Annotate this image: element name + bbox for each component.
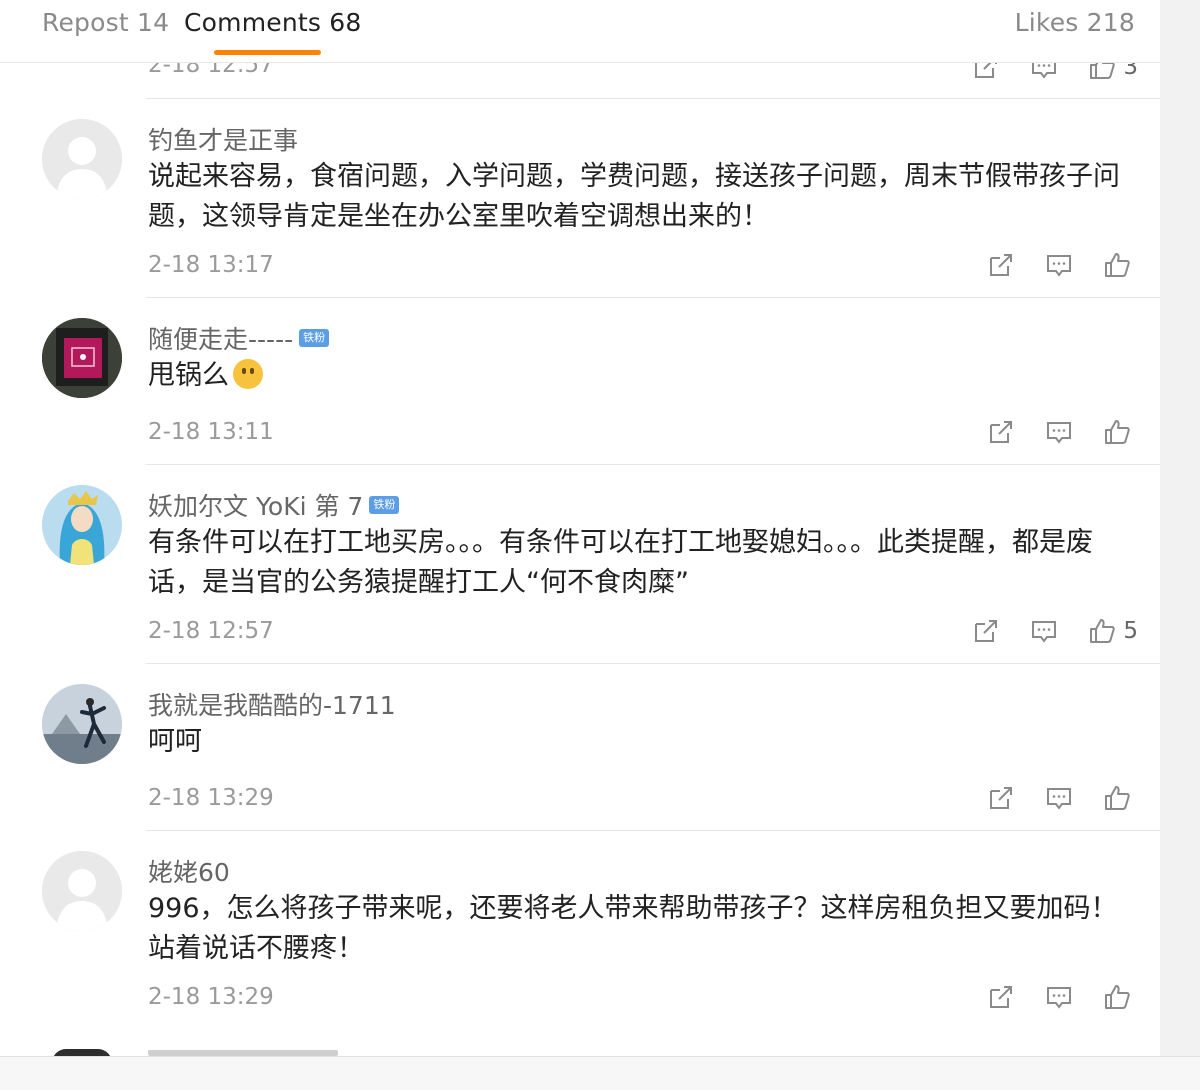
thumbs-up-icon — [1105, 420, 1130, 444]
comment-icon — [1047, 422, 1071, 444]
share-icon — [990, 787, 1012, 809]
comment-time: 2-18 13:29 — [148, 984, 274, 1010]
user-avatar-image — [42, 318, 122, 398]
comment-actions — [958, 248, 1138, 282]
share-button[interactable] — [986, 783, 1016, 813]
thumbs-up-icon — [1105, 786, 1130, 810]
avatar-default[interactable] — [42, 119, 122, 199]
comment-username[interactable]: 姥姥60 — [148, 853, 230, 889]
comment-actions — [958, 415, 1138, 449]
user-avatar-image — [42, 485, 122, 565]
avatar-user[interactable] — [42, 684, 122, 764]
thumbs-up-icon — [1105, 985, 1130, 1009]
share-button[interactable] — [986, 417, 1016, 447]
share-icon — [975, 620, 998, 642]
share-button[interactable] — [986, 982, 1016, 1012]
username-text[interactable]: 我就是我酷酷的-1711 — [148, 686, 396, 722]
share-icon — [990, 254, 1012, 276]
reply-button[interactable] — [1029, 616, 1059, 646]
comment-username[interactable]: 我就是我酷酷的-1711 — [148, 686, 396, 722]
like-button[interactable] — [1102, 982, 1138, 1012]
comment-text: 有条件可以在打工地买房。。。有条件可以在打工地娶媳妇。。。此类提醒，都是废话，是… — [148, 527, 1093, 598]
default-avatar-icon — [42, 851, 122, 931]
like-count: 5 — [1123, 618, 1138, 644]
username-text[interactable]: 钓鱼才是正事 — [148, 121, 298, 157]
user-avatar-image — [42, 684, 122, 764]
share-icon — [990, 986, 1012, 1008]
default-avatar-icon — [42, 119, 122, 199]
bottom-toolbar — [0, 1056, 1200, 1090]
thumbs-up-icon — [1105, 253, 1130, 277]
avatar-user[interactable] — [42, 318, 122, 398]
username-text[interactable]: 随便走走----- — [148, 320, 293, 356]
tab-likes[interactable]: Likes 218 — [1015, 8, 1135, 37]
divider — [146, 297, 1160, 298]
comment-time: 2-18 13:11 — [148, 419, 274, 445]
comment-actions: 5 — [943, 614, 1138, 648]
fan-badge: 铁粉 — [369, 496, 400, 514]
active-tab-indicator — [214, 50, 321, 55]
comment-time: 2-18 12:57 — [148, 618, 274, 644]
like-button[interactable] — [1102, 417, 1138, 447]
tab-comments[interactable]: Comments 68 — [184, 8, 361, 37]
comment-icon — [1047, 788, 1071, 810]
reply-button[interactable] — [1044, 982, 1074, 1012]
avatar-partial — [52, 1049, 112, 1056]
like-button[interactable] — [1102, 783, 1138, 813]
share-button[interactable] — [986, 250, 1016, 280]
divider — [146, 830, 1160, 831]
avatar-user[interactable] — [42, 485, 122, 565]
divider — [146, 98, 1160, 99]
comment-actions — [958, 781, 1138, 815]
comments-panel: 2-18 12:57 3 钓鱼才是正事 说起来容易，食宿问题，入学问题，学费问题… — [0, 0, 1160, 1056]
comment-text-content: 甩锅么 — [148, 360, 229, 391]
comment-time: 2-18 13:29 — [148, 785, 274, 811]
reply-button[interactable] — [1044, 417, 1074, 447]
comment-username[interactable]: 妖加尔文 YoKi 第 7 铁粉 — [148, 487, 400, 523]
fan-badge: 铁粉 — [299, 329, 330, 347]
like-button[interactable] — [1102, 250, 1138, 280]
comment-time: 2-18 13:17 — [148, 252, 274, 278]
comment-actions — [958, 980, 1138, 1014]
username-text[interactable]: 妖加尔文 YoKi 第 7 — [148, 487, 363, 523]
thinking-emoji-icon — [233, 359, 263, 389]
comment-username[interactable]: 钓鱼才是正事 — [148, 121, 298, 157]
like-button[interactable]: 5 — [1087, 616, 1138, 646]
divider — [146, 464, 1160, 465]
divider — [146, 663, 1160, 664]
comment-icon — [1047, 255, 1071, 277]
reply-button[interactable] — [1044, 783, 1074, 813]
tab-repost[interactable]: Repost 14 — [42, 8, 169, 37]
comment-text: 呵呵 — [148, 726, 202, 757]
avatar-default[interactable] — [42, 851, 122, 931]
comment-icon — [1032, 621, 1057, 643]
comment-text: 说起来容易，食宿问题，入学问题，学费问题，接送孩子问题，周末节假带孩子问题，这领… — [148, 161, 1120, 232]
comment-icon — [1047, 987, 1071, 1009]
thumbs-up-icon — [1090, 619, 1116, 643]
share-button[interactable] — [971, 616, 1001, 646]
comment-text: 甩锅么 — [148, 356, 1138, 396]
reply-button[interactable] — [1044, 250, 1074, 280]
username-text[interactable]: 姥姥60 — [148, 853, 230, 889]
comment-text: 996，怎么将孩子带来呢，还要将老人带来帮助带孩子？这样房租负担又要加码！站着说… — [148, 893, 1118, 964]
share-icon — [990, 421, 1012, 443]
comment-tabs: Repost 14 Comments 68 Likes 218 — [0, 0, 1160, 63]
comment-username[interactable]: 随便走走----- 铁粉 — [148, 320, 330, 356]
